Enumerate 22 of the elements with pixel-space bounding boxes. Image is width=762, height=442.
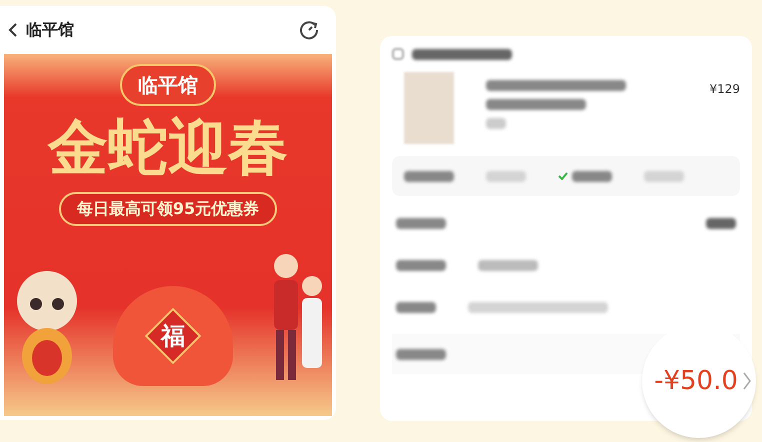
check-icon	[558, 172, 568, 180]
blurred-text	[396, 260, 446, 270]
blurred-text	[486, 118, 506, 129]
page-title: 临平馆	[26, 19, 74, 41]
discount-amount: -¥50.0	[654, 364, 738, 398]
banner-headline: 金蛇迎春	[48, 118, 288, 178]
chevron-right-icon	[742, 371, 752, 391]
coupon-pill: 每日最高可领95元优惠券	[58, 192, 278, 226]
blurred-text	[404, 170, 454, 182]
product-photo-placeholder	[404, 72, 454, 144]
bag-label: 福	[144, 308, 202, 364]
store-icon	[392, 48, 404, 60]
blurred-text	[396, 348, 446, 360]
refresh-icon[interactable]	[298, 19, 320, 41]
product-price: ¥129	[709, 81, 740, 98]
promo-banner[interactable]: 临平馆 金蛇迎春 每日最高可领95元优惠券 福	[4, 54, 332, 416]
blurred-text	[396, 302, 436, 312]
banner-badge: 临平馆	[120, 64, 216, 106]
blurred-text	[478, 260, 538, 270]
blurred-text	[706, 218, 736, 228]
blurred-text	[396, 218, 446, 228]
back-icon[interactable]	[8, 22, 18, 38]
